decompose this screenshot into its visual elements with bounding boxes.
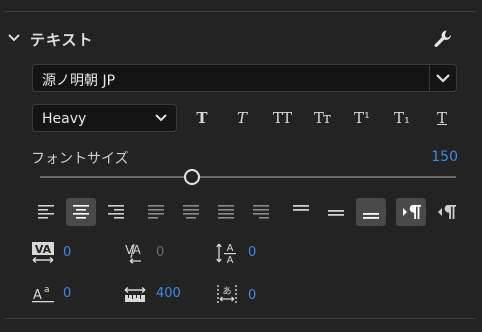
justify-left-button[interactable] bbox=[141, 198, 171, 226]
paragraph-rtl-icon bbox=[438, 205, 456, 219]
align-top-button[interactable] bbox=[286, 198, 316, 226]
svg-text:VA: VA bbox=[35, 243, 52, 256]
align-left-icon bbox=[38, 205, 54, 219]
font-family-dropdown[interactable]: 源ノ明朝 JP bbox=[32, 64, 457, 92]
leading-icon: A A bbox=[216, 243, 236, 265]
text-direction-rtl-button[interactable] bbox=[431, 198, 461, 226]
justify-right-icon bbox=[253, 205, 269, 219]
section-title: テキスト bbox=[30, 31, 94, 49]
justify-left-icon bbox=[148, 205, 164, 219]
bottom-divider bbox=[4, 318, 476, 319]
font-style-dropdown[interactable]: Heavy bbox=[32, 104, 177, 132]
subscript-button[interactable]: T₁ bbox=[388, 106, 416, 130]
tsume-value[interactable]: 400 bbox=[156, 286, 181, 301]
all-caps-button[interactable]: TT bbox=[268, 106, 296, 130]
align-right-button[interactable] bbox=[101, 198, 131, 226]
tracking-value[interactable]: 0 bbox=[63, 245, 71, 260]
align-left-button[interactable] bbox=[31, 198, 61, 226]
align-bottom-button[interactable] bbox=[356, 198, 386, 226]
align-middle-icon bbox=[328, 210, 344, 216]
chevron-down-icon[interactable] bbox=[6, 30, 22, 46]
leading-value[interactable]: 0 bbox=[248, 245, 256, 260]
align-right-icon bbox=[108, 205, 124, 219]
kerning-icon: VA bbox=[125, 243, 142, 264]
svg-text:A: A bbox=[33, 288, 42, 303]
top-divider bbox=[4, 11, 476, 12]
paragraph-ltr-icon bbox=[403, 205, 421, 219]
faux-italic-button[interactable]: T bbox=[228, 106, 256, 130]
font-size-slider-thumb[interactable] bbox=[184, 169, 200, 185]
text-section-header[interactable]: テキスト bbox=[0, 26, 482, 52]
text-direction-ltr-button[interactable] bbox=[396, 198, 426, 226]
justify-all-icon bbox=[218, 205, 234, 219]
svg-text:A: A bbox=[227, 243, 234, 254]
svg-text:a: a bbox=[44, 285, 50, 295]
font-style-value: Heavy bbox=[42, 111, 87, 127]
svg-text:A: A bbox=[227, 255, 234, 265]
baseline-shift-icon: A a bbox=[32, 285, 54, 303]
align-center-icon bbox=[73, 205, 89, 219]
baseline-shift-value[interactable]: 0 bbox=[63, 286, 71, 301]
chevron-down-icon bbox=[436, 74, 450, 83]
wrench-icon[interactable] bbox=[432, 28, 454, 50]
tsume-icon bbox=[124, 286, 146, 302]
align-middle-button[interactable] bbox=[321, 198, 351, 226]
superscript-button[interactable]: T¹ bbox=[348, 106, 376, 130]
font-family-value: 源ノ明朝 JP bbox=[42, 73, 116, 89]
kerning-value[interactable]: 0 bbox=[156, 245, 164, 260]
tracking-icon: VA bbox=[32, 242, 54, 264]
align-top-icon bbox=[293, 205, 309, 211]
font-size-slider-track[interactable] bbox=[40, 176, 456, 178]
align-bottom-icon bbox=[363, 213, 379, 219]
font-size-value[interactable]: 150 bbox=[431, 149, 458, 165]
svg-text:あ: あ bbox=[222, 286, 231, 297]
justify-all-button[interactable] bbox=[211, 198, 241, 226]
small-caps-button[interactable]: Tт bbox=[308, 106, 336, 130]
justify-center-icon bbox=[183, 205, 199, 219]
align-center-button[interactable] bbox=[66, 198, 96, 226]
faux-bold-button[interactable]: T bbox=[188, 106, 216, 130]
tab-width-value[interactable]: 0 bbox=[248, 288, 256, 303]
underline-button[interactable]: T bbox=[428, 106, 456, 130]
tab-width-icon: あ bbox=[217, 285, 237, 303]
font-family-dropdown-toggle[interactable] bbox=[429, 65, 456, 91]
justify-center-button[interactable] bbox=[176, 198, 206, 226]
font-size-label: フォントサイズ bbox=[31, 151, 129, 167]
chevron-down-icon bbox=[155, 114, 167, 122]
justify-right-button[interactable] bbox=[246, 198, 276, 226]
